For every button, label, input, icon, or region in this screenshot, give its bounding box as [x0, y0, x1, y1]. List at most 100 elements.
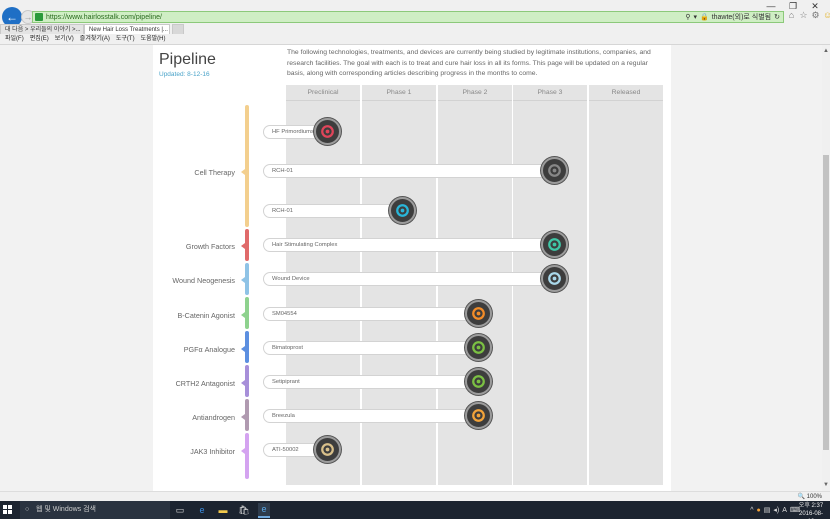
category-label: Wound Neogenesis — [172, 276, 235, 285]
certificate-identity[interactable]: thawte(외)로 식별됨 — [712, 12, 771, 22]
clock[interactable]: 오후 2:37 2016-08-19 — [798, 502, 824, 519]
pipeline-item-pill[interactable]: RCH-01 — [263, 204, 404, 218]
pipeline-item-pill[interactable]: Wound Device — [263, 272, 556, 286]
minimize-icon[interactable]: — — [760, 1, 782, 11]
menu-file[interactable]: 파일(F) — [3, 34, 26, 44]
smiley-feedback-icon[interactable]: ☺ — [823, 11, 830, 20]
new-tab-button[interactable] — [172, 24, 184, 34]
lock-icon[interactable]: 🔒 — [700, 13, 709, 21]
category-bracket — [245, 433, 249, 479]
intro-text: The following technologies, treatments, … — [287, 49, 651, 77]
clock-time: 오후 2:37 — [798, 503, 824, 509]
phase-header: Phase 1 — [362, 85, 436, 101]
category-bracket-tick — [241, 277, 245, 283]
menu-edit[interactable]: 편집(E) — [28, 34, 51, 44]
pipeline-item-pill[interactable]: RCH-01 — [263, 164, 556, 178]
ati-logo-icon[interactable] — [313, 436, 341, 463]
category-bracket — [245, 105, 249, 227]
phase-header: Preclinical — [286, 85, 360, 101]
category-bracket-tick — [241, 346, 245, 352]
status-bar: 🔍 100% — [0, 491, 830, 501]
tray-chevron-icon[interactable]: ^ — [750, 507, 753, 514]
category-bracket-tick — [241, 380, 245, 386]
favorites-star-icon[interactable]: ☆ — [799, 11, 808, 20]
category-bracket — [245, 365, 249, 397]
back-arrow-icon: ← — [6, 10, 18, 24]
menu-help[interactable]: 도움말(H) — [139, 34, 168, 44]
scroll-down-icon[interactable]: ▼ — [822, 481, 830, 489]
category-bracket-tick — [241, 414, 245, 420]
phase-header: Phase 2 — [438, 85, 512, 101]
category-bracket — [245, 331, 249, 363]
category-label: CRTH2 Antagonist — [175, 379, 235, 388]
file-explorer-icon[interactable]: ▬ — [217, 504, 229, 516]
dropdown-icon[interactable]: ▾ — [693, 13, 697, 21]
wound-device-logo-icon[interactable] — [541, 265, 569, 292]
network-icon[interactable]: ▤ — [764, 506, 771, 514]
task-view-icon[interactable]: ▭ — [174, 504, 186, 516]
refresh-icon[interactable]: ↻ — [774, 13, 780, 21]
tab-strip: 대 다음 > 우리들의 이야기 >... New Hair Loss Treat… — [0, 24, 184, 34]
category-bracket — [245, 297, 249, 329]
menu-tools[interactable]: 도구(T) — [114, 34, 137, 44]
page-viewport: Pipeline Updated: 8-12-16 The following … — [0, 45, 822, 491]
category-label: PGFα Analogue — [183, 345, 235, 354]
category-bracket-tick — [241, 243, 245, 249]
rch01-globe-logo-icon[interactable] — [541, 157, 569, 184]
pipeline-item-pill[interactable]: Bimatoprost — [263, 341, 480, 355]
tab-pipeline[interactable]: New Hair Loss Treatments |... — [84, 24, 170, 34]
category-label: B-Catenin Agonist — [177, 311, 235, 320]
menu-bar: 파일(F) 편집(E) 보기(V) 즐겨찾기(A) 도구(T) 도움말(H) — [0, 34, 167, 44]
zoom-value: 100% — [806, 494, 822, 500]
category-label: Growth Factors — [185, 242, 235, 251]
category-bracket — [245, 229, 249, 261]
category-bracket — [245, 399, 249, 431]
windows-start-icon[interactable] — [3, 505, 13, 515]
scroll-thumb[interactable] — [823, 155, 829, 450]
zoom-icon: 🔍 — [797, 494, 807, 500]
pipeline-panel: Pipeline Updated: 8-12-16 The following … — [153, 45, 671, 491]
address-bar[interactable]: https://www.hairlosstalk.com/pipeline/ ⚲… — [32, 11, 784, 23]
phase-header: Phase 3 — [513, 85, 587, 101]
category-bracket-tick — [241, 169, 245, 175]
vertical-scrollbar[interactable]: ▲ ▼ — [822, 45, 830, 491]
menu-view[interactable]: 보기(V) — [53, 34, 76, 44]
pipeline-item-pill[interactable]: Hair Stimulating Complex — [263, 238, 556, 252]
taskbar-search-box[interactable]: 웹 및 Windows 검색 — [20, 501, 170, 519]
tray-app-icon[interactable]: ● — [757, 507, 761, 514]
phase-column-released: Released — [589, 85, 663, 485]
ime-icon[interactable]: A — [782, 507, 787, 514]
page-title: Pipeline — [159, 51, 216, 68]
browser-chrome: — ❐ ✕ ← → https://www.hairlosstalk.com/p… — [0, 0, 830, 45]
hf-primordiums-logo-icon[interactable] — [313, 118, 341, 145]
updated-date: Updated: 8-12-16 — [159, 71, 210, 78]
pipeline-item-pill[interactable]: Breezula — [263, 409, 480, 423]
address-bar-actions: ⚲ ▾ 🔒 thawte(외)로 식별됨 ↻ — [685, 12, 783, 22]
internet-explorer-icon[interactable]: e — [258, 503, 270, 518]
category-bracket-tick — [241, 312, 245, 318]
store-icon[interactable]: 🛍 — [238, 504, 250, 516]
search-icon[interactable]: ⚲ — [685, 13, 690, 21]
windows-taskbar: 웹 및 Windows 검색 ▭ e ▬ 🛍 e ^ ● ▤ ◂) A ⌨ 오후… — [0, 501, 830, 519]
category-bracket — [245, 263, 249, 295]
site-favicon-icon — [35, 13, 43, 21]
clock-date: 2016-08-19 — [798, 511, 824, 517]
volume-icon[interactable]: ◂) — [773, 506, 779, 514]
edge-browser-icon[interactable]: e — [196, 504, 208, 516]
category-label: Antiandrogen — [192, 413, 235, 422]
pipeline-item-pill[interactable]: Setipiprant — [263, 375, 480, 389]
zoom-level[interactable]: 🔍 100% — [798, 493, 823, 500]
browser-toolbar: ⌂ ☆ ⚙ ☺ — [787, 11, 830, 20]
menu-favorites[interactable]: 즐겨찾기(A) — [78, 34, 112, 44]
scroll-up-icon[interactable]: ▲ — [822, 47, 830, 55]
home-icon[interactable]: ⌂ — [787, 11, 796, 20]
category-bracket-tick — [241, 448, 245, 454]
category-label: JAK3 Inhibitor — [190, 447, 235, 456]
settings-gear-icon[interactable]: ⚙ — [811, 11, 820, 20]
h-logo-icon[interactable] — [541, 231, 569, 258]
category-label: Cell Therapy — [194, 168, 235, 177]
tab-daum[interactable]: 대 다음 > 우리들의 이야기 >... — [0, 24, 84, 34]
pipeline-item-pill[interactable]: SM04554 — [263, 307, 480, 321]
phase-header: Released — [589, 85, 663, 101]
url-text[interactable]: https://www.hairlosstalk.com/pipeline/ — [46, 14, 162, 21]
